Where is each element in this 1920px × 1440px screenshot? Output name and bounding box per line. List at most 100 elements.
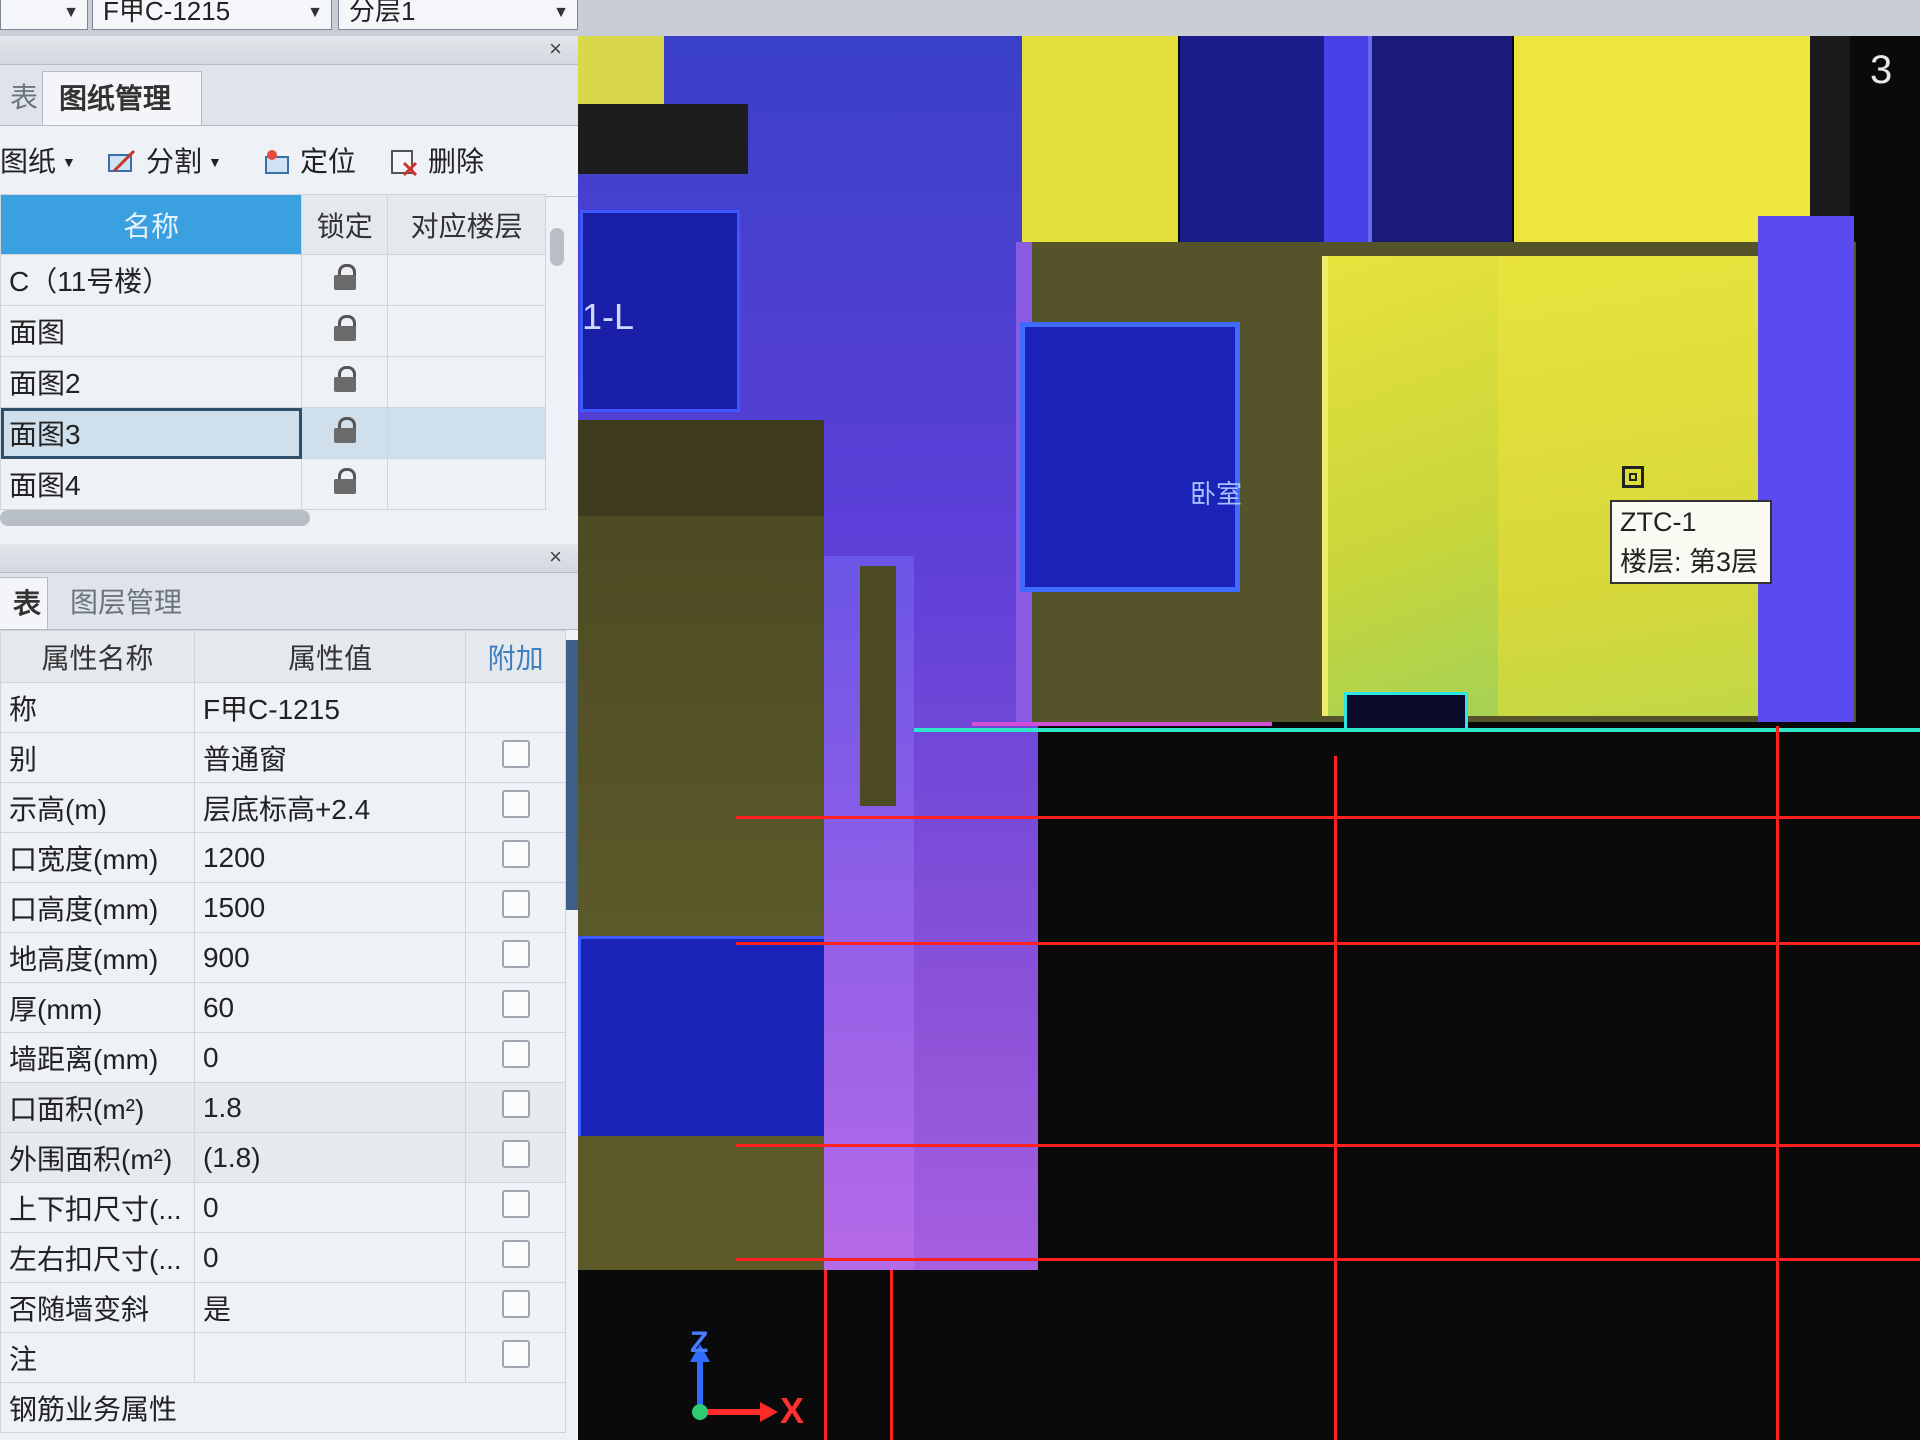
extra-checkbox[interactable] [501,1240,530,1268]
column-header-property-value[interactable]: 属性值 [193,630,467,683]
property-value-field[interactable]: 层底标高+2.4 [193,782,467,833]
locate-button[interactable]: 定位 [260,146,356,178]
axis-label-z: Z [690,1326,709,1359]
axis-label-x: X [780,1390,805,1431]
property-value-field[interactable]: 60 [193,982,467,1033]
delete-button[interactable]: 删除 [388,146,484,178]
table-row[interactable]: 口高度(mm) 1500 [0,882,566,933]
component-select[interactable]: F甲C-1215 ▼ [92,0,332,30]
table-row[interactable]: C（11号楼） [0,254,546,306]
combo-left[interactable]: ▼ [0,0,88,30]
chevron-down-icon: ▼ [208,154,222,170]
extra-checkbox[interactable] [501,840,530,868]
extra-checkbox[interactable] [501,1040,530,1068]
layer-select[interactable]: 分层1 ▼ [338,0,578,30]
property-value-field[interactable]: 0 [193,1032,467,1083]
panel-titlebar: × [0,36,578,65]
column-header-property-name[interactable]: 属性名称 [0,630,195,683]
extra-checkbox[interactable] [501,940,530,968]
floor-plan-region [1022,36,1178,242]
horizontal-scrollbar[interactable] [0,510,310,526]
tab-drawing-management[interactable]: 图纸管理 [42,71,202,125]
property-value-field[interactable]: F甲C-1215 [193,682,467,733]
extra-checkbox[interactable] [501,740,530,768]
property-value-field[interactable] [193,1332,467,1383]
table-row[interactable]: 示高(m) 层底标高+2.4 [0,782,566,833]
floor-plan-region [578,1136,824,1270]
lock-icon[interactable] [333,314,356,341]
column-header-extra[interactable]: 附加 [465,630,566,683]
extra-checkbox[interactable] [501,1140,530,1168]
table-row-group[interactable]: 钢筋业务属性 [0,1382,566,1433]
column-header-lock[interactable]: 锁定 [301,194,389,255]
table-row[interactable]: 口宽度(mm) 1200 [0,832,566,883]
extra-checkbox[interactable] [501,1090,530,1118]
panel-tabs: 表 图纸管理 [0,65,578,126]
split-icon [108,149,136,173]
table-row-selected[interactable]: 面图3 [0,407,546,459]
drawing-canvas[interactable]: 1-L 3 卧室 [578,36,1920,1440]
close-icon[interactable]: × [549,36,562,62]
property-value-field[interactable]: 900 [193,932,467,983]
tab-properties[interactable]: 表 [0,577,48,629]
extra-checkbox[interactable] [501,1340,530,1368]
drawing-toolbar: 图纸 ▼ 分割 ▼ 定位 删除 [0,126,578,197]
table-row[interactable]: 面图 [0,305,546,357]
drawing-dropdown-button[interactable]: 图纸 ▼ [0,146,76,178]
table-row[interactable]: 别 普通窗 [0,732,566,783]
floor-plan-region [578,36,664,104]
lock-icon[interactable] [333,416,356,443]
extra-checkbox[interactable] [501,1190,530,1218]
chevron-down-icon: ▼ [62,154,76,170]
tab-layer-management[interactable]: 图层管理 [54,577,214,629]
top-toolbar: ▼ F甲C-1215 ▼ 分层1 ▼ [0,0,1920,36]
chevron-down-icon: ▼ [63,4,79,21]
table-row[interactable]: 面图4 [0,458,546,510]
property-value-field[interactable]: 1200 [193,832,467,883]
lock-icon[interactable] [333,467,356,494]
grid-line [890,1270,893,1440]
table-row[interactable]: 面图2 [0,356,546,408]
table-row[interactable]: 注 [0,1332,566,1383]
tab-table[interactable]: 表 [0,71,38,125]
floor-plan-region [1322,256,1498,716]
panel-splitter[interactable] [566,640,578,910]
table-row-readonly: 外围面积(m²) (1.8) [0,1132,566,1183]
lock-icon[interactable] [333,365,356,392]
extra-checkbox[interactable] [501,890,530,918]
corner-label: 3 [1870,48,1893,92]
table-row[interactable]: 上下扣尺寸(... 0 [0,1182,566,1233]
table-row[interactable]: 左右扣尺寸(... 0 [0,1232,566,1283]
lock-icon[interactable] [333,263,356,290]
property-value-field[interactable]: 普通窗 [193,732,467,783]
delete-icon [391,150,418,177]
panel-tabs: 表 图层管理 [0,573,578,630]
extra-checkbox[interactable] [501,990,530,1018]
property-value-field[interactable]: 0 [193,1232,467,1283]
property-value-field[interactable]: 是 [193,1282,467,1333]
extra-checkbox[interactable] [501,1290,530,1318]
extra-checkbox[interactable] [501,790,530,818]
table-row[interactable]: 地高度(mm) 900 [0,932,566,983]
component-tooltip: ZTC-1 楼层: 第3层 [1610,500,1772,584]
property-value-field[interactable]: 1500 [193,882,467,933]
floor-plan-region [578,936,830,1142]
snap-point-icon[interactable] [1622,466,1644,488]
table-row[interactable]: 称 F甲C-1215 [0,682,566,733]
column-header-floor[interactable]: 对应楼层 [387,194,546,255]
wall-line [972,722,1272,726]
grid-line [736,816,1920,819]
floor-plan-region [1514,36,1810,242]
table-row[interactable]: 否随墙变斜 是 [0,1282,566,1333]
split-button[interactable]: 分割 ▼ [106,146,222,178]
room-label: 卧室 [1190,479,1243,509]
vertical-scrollbar[interactable] [550,228,564,266]
column-header-name[interactable]: 名称 [0,194,303,255]
close-icon[interactable]: × [549,544,562,570]
grid-line [736,1144,1920,1147]
table-row[interactable]: 厚(mm) 60 [0,982,566,1033]
chevron-down-icon: ▼ [307,4,323,21]
grid-line [1334,756,1337,1440]
table-row[interactable]: 墙距离(mm) 0 [0,1032,566,1083]
property-value-field[interactable]: 0 [193,1182,467,1233]
